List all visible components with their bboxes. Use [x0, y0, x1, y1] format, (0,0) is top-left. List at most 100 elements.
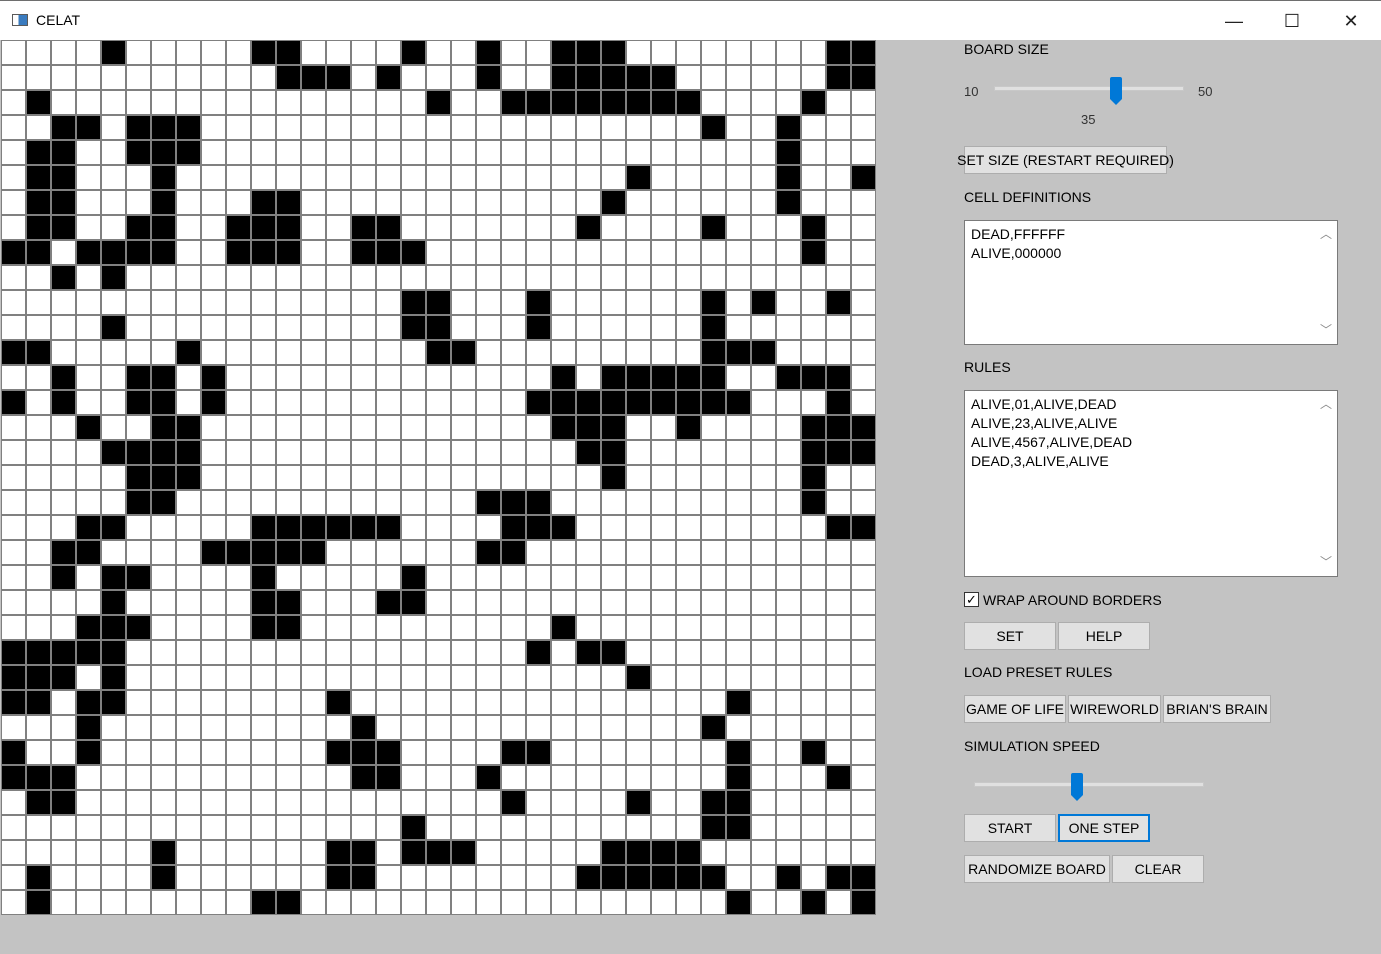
cell-dead[interactable] [727, 291, 750, 314]
cell-dead[interactable] [552, 191, 575, 214]
cell-dead[interactable] [302, 766, 325, 789]
cell-dead[interactable] [102, 491, 125, 514]
cell-dead[interactable] [452, 616, 475, 639]
cell-dead[interactable] [777, 41, 800, 64]
cell-alive[interactable] [377, 66, 400, 89]
cell-dead[interactable] [252, 741, 275, 764]
cell-dead[interactable] [202, 166, 225, 189]
cell-dead[interactable] [677, 791, 700, 814]
cell-dead[interactable] [702, 566, 725, 589]
cell-dead[interactable] [102, 416, 125, 439]
cell-dead[interactable] [652, 566, 675, 589]
cell-dead[interactable] [302, 291, 325, 314]
cell-dead[interactable] [227, 866, 250, 889]
wrap-around-label[interactable]: WRAP AROUND BORDERS [983, 592, 1162, 608]
cell-dead[interactable] [227, 466, 250, 489]
cell-dead[interactable] [402, 616, 425, 639]
cell-alive[interactable] [852, 516, 875, 539]
cell-dead[interactable] [502, 616, 525, 639]
cell-alive[interactable] [152, 191, 175, 214]
cell-dead[interactable] [652, 466, 675, 489]
cell-dead[interactable] [352, 191, 375, 214]
cell-dead[interactable] [227, 566, 250, 589]
cell-dead[interactable] [427, 591, 450, 614]
cell-alive[interactable] [777, 166, 800, 189]
cell-dead[interactable] [452, 766, 475, 789]
cell-dead[interactable] [402, 91, 425, 114]
cell-alive[interactable] [327, 841, 350, 864]
cell-dead[interactable] [327, 266, 350, 289]
cell-dead[interactable] [352, 816, 375, 839]
cell-dead[interactable] [327, 891, 350, 914]
cell-dead[interactable] [727, 91, 750, 114]
cell-alive[interactable] [602, 41, 625, 64]
cell-dead[interactable] [352, 266, 375, 289]
cell-alive[interactable] [152, 116, 175, 139]
cell-dead[interactable] [377, 91, 400, 114]
cell-dead[interactable] [852, 116, 875, 139]
cell-dead[interactable] [27, 366, 50, 389]
cell-dead[interactable] [652, 266, 675, 289]
cell-dead[interactable] [327, 141, 350, 164]
cell-dead[interactable] [752, 841, 775, 864]
cell-alive[interactable] [127, 241, 150, 264]
cell-dead[interactable] [77, 816, 100, 839]
cell-alive[interactable] [302, 541, 325, 564]
cell-dead[interactable] [177, 566, 200, 589]
cell-dead[interactable] [602, 116, 625, 139]
cell-dead[interactable] [227, 416, 250, 439]
cell-dead[interactable] [727, 66, 750, 89]
cell-dead[interactable] [102, 66, 125, 89]
cell-dead[interactable] [627, 416, 650, 439]
cell-dead[interactable] [452, 41, 475, 64]
cell-alive[interactable] [127, 616, 150, 639]
rules-scrollbar[interactable]: ︿ ﹀ [1315, 391, 1337, 576]
cell-dead[interactable] [377, 341, 400, 364]
cell-dead[interactable] [202, 691, 225, 714]
cell-dead[interactable] [202, 491, 225, 514]
cell-alive[interactable] [752, 341, 775, 364]
cell-alive[interactable] [602, 366, 625, 389]
cell-dead[interactable] [452, 266, 475, 289]
cell-dead[interactable] [802, 641, 825, 664]
cell-dead[interactable] [352, 316, 375, 339]
cell-alive[interactable] [77, 541, 100, 564]
cell-dead[interactable] [52, 741, 75, 764]
cell-dead[interactable] [52, 416, 75, 439]
cell-dead[interactable] [402, 66, 425, 89]
cell-dead[interactable] [777, 466, 800, 489]
cell-alive[interactable] [652, 841, 675, 864]
cell-dead[interactable] [702, 891, 725, 914]
cell-dead[interactable] [2, 466, 25, 489]
cell-dead[interactable] [327, 541, 350, 564]
cell-dead[interactable] [252, 491, 275, 514]
cell-dead[interactable] [777, 266, 800, 289]
cell-dead[interactable] [477, 666, 500, 689]
cell-alive[interactable] [277, 591, 300, 614]
cell-dead[interactable] [552, 766, 575, 789]
cell-dead[interactable] [602, 491, 625, 514]
cell-dead[interactable] [677, 291, 700, 314]
cell-dead[interactable] [702, 66, 725, 89]
cell-dead[interactable] [502, 66, 525, 89]
cell-alive[interactable] [777, 116, 800, 139]
cell-dead[interactable] [527, 466, 550, 489]
cell-dead[interactable] [252, 466, 275, 489]
cell-alive[interactable] [427, 316, 450, 339]
cell-alive[interactable] [152, 466, 175, 489]
cell-dead[interactable] [152, 641, 175, 664]
cell-alive[interactable] [352, 766, 375, 789]
cell-dead[interactable] [377, 466, 400, 489]
cell-dead[interactable] [427, 266, 450, 289]
cell-dead[interactable] [277, 641, 300, 664]
cell-dead[interactable] [477, 566, 500, 589]
cell-alive[interactable] [477, 66, 500, 89]
cell-dead[interactable] [627, 766, 650, 789]
cell-dead[interactable] [77, 441, 100, 464]
cell-dead[interactable] [477, 266, 500, 289]
cell-dead[interactable] [452, 541, 475, 564]
cell-dead[interactable] [327, 41, 350, 64]
cell-dead[interactable] [277, 116, 300, 139]
cell-dead[interactable] [702, 491, 725, 514]
cell-dead[interactable] [677, 641, 700, 664]
